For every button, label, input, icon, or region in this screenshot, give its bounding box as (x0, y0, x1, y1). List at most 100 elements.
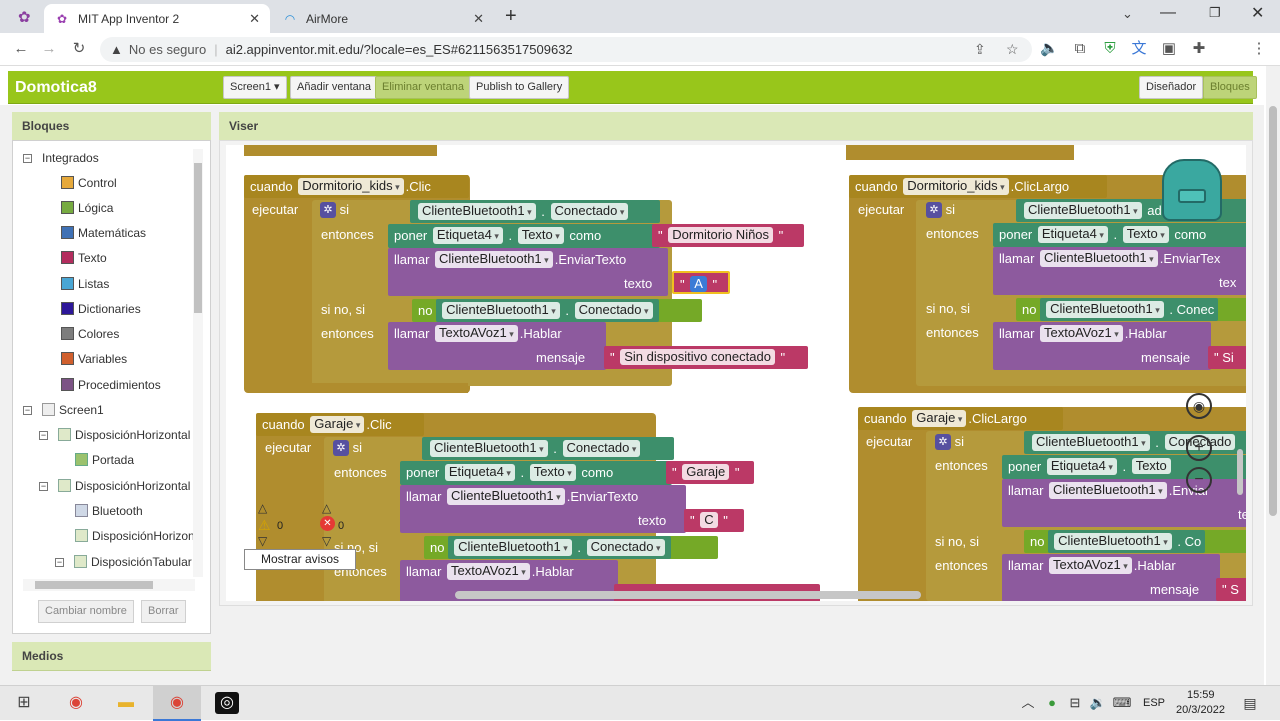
workspace-hscrollbar[interactable] (455, 591, 921, 599)
clock-date[interactable]: 20/3/2022 (1176, 704, 1225, 716)
chrome-active-icon[interactable]: ◉ (165, 692, 189, 714)
builtin-dictionaries[interactable]: Dictionaries (61, 302, 141, 316)
call-bt-send-text[interactable]: llamar ClienteBluetooth1.EnviarTex tex (993, 247, 1246, 295)
builtin-math[interactable]: Matemáticas (61, 226, 146, 240)
tree-hscroll-thumb[interactable] (35, 581, 153, 589)
close-tab-icon[interactable]: ✕ (249, 11, 260, 27)
tree-vscrollbar[interactable] (193, 149, 203, 577)
screen-dropdown[interactable]: Screen1 ▾ (223, 76, 287, 99)
call-bt-send-text[interactable]: llamar ClienteBluetooth1.EnviarTexto tex… (388, 248, 668, 296)
restore-icon[interactable]: ❐ (1209, 5, 1221, 21)
app-icon[interactable]: ◎ (215, 692, 239, 714)
builtin-text[interactable]: Texto (61, 251, 107, 265)
menu-icon[interactable]: ⋮ (1250, 40, 1268, 58)
reload-icon[interactable]: ↻ (70, 40, 88, 58)
forward-icon[interactable]: → (40, 40, 58, 58)
event-header[interactable]: cuando Dormitorio_kids.ClicLargo (849, 175, 1107, 198)
event-header[interactable]: cuando Garaje.Clic (256, 413, 424, 436)
not-block[interactable]: no ClienteBluetooth1 . Co (1024, 530, 1246, 553)
set-label-text-block[interactable]: poner Etiqueta4 . Texto como (388, 224, 660, 248)
copy-icon[interactable]: ⧉ (1071, 40, 1089, 58)
translate-icon[interactable]: 文 (1130, 40, 1148, 58)
blocks-button[interactable]: Bloques (1203, 76, 1257, 99)
file-explorer-icon[interactable]: ▬ (114, 692, 138, 714)
tab-search-icon[interactable]: ⌄ (1122, 6, 1133, 22)
back-icon[interactable]: ← (12, 40, 30, 58)
profile-icon[interactable]: ✿ (18, 8, 36, 26)
minimize-icon[interactable]: — (1160, 4, 1176, 22)
image-icon[interactable]: ▣ (1160, 40, 1178, 58)
call-tts-speak[interactable]: llamar TextoAVoz1.Hablar mensaje (388, 322, 606, 370)
volume-icon[interactable]: 🔉 (1086, 692, 1110, 714)
text-literal[interactable]: " S (1216, 578, 1246, 601)
speaker-icon[interactable]: 🔈 (1040, 40, 1059, 58)
tree-vscroll-thumb[interactable] (194, 163, 202, 313)
component-node[interactable]: Portada (75, 453, 134, 467)
page-scrollbar[interactable] (1266, 66, 1280, 685)
task-view-icon[interactable]: ⊞ (12, 692, 36, 714)
publish-button[interactable]: Publish to Gallery (469, 76, 570, 99)
address-bar[interactable]: ▲ No es seguro | ai2.appinventor.mit.edu… (100, 37, 1032, 62)
show-warnings-button[interactable]: Mostrar avisos (244, 549, 356, 570)
event-header[interactable]: cuando Dormitorio_kids.Clic (244, 175, 469, 198)
component-node[interactable]: DisposiciónHorizon (75, 529, 195, 543)
component-node[interactable]: − DisposiciónHorizontal (39, 479, 190, 493)
text-literal[interactable]: " Sin dispositivo conectado " (604, 346, 808, 369)
warnings-down-icon[interactable]: ▽ (258, 534, 267, 548)
bt-connected-getter[interactable]: ClienteBluetooth1 . Conectado (1024, 431, 1246, 454)
clock-time[interactable]: 15:59 (1187, 689, 1215, 701)
tray-app-icon[interactable]: ● (1040, 692, 1064, 714)
not-block[interactable]: no ClienteBluetooth1 . Conec (1016, 298, 1246, 321)
chevron-up-icon[interactable]: ︿ (1016, 692, 1040, 714)
close-window-icon[interactable]: ✕ (1251, 3, 1264, 23)
keyboard-icon[interactable]: ⌨ (1110, 692, 1134, 714)
backpack-icon[interactable] (1162, 159, 1222, 221)
text-literal-selected[interactable]: " A " (672, 271, 730, 294)
builtin-lists[interactable]: Listas (61, 277, 109, 291)
recenter-icon[interactable]: ◉ (1186, 393, 1212, 419)
call-bt-send-text[interactable]: llamar ClienteBluetooth1.EnviarTexto tex… (400, 485, 686, 533)
call-tts-speak[interactable]: llamar TextoAVoz1.Hablar mensaje (993, 322, 1211, 370)
builtin-procedures[interactable]: Procedimientos (61, 378, 161, 392)
text-literal[interactable]: " Garaje " (666, 461, 754, 484)
errors-down-icon[interactable]: ▽ (322, 534, 331, 548)
not-block[interactable]: no ClienteBluetooth1 . Conectado (424, 536, 718, 559)
tab-app-inventor[interactable]: ✿ MIT App Inventor 2 ✕ (44, 4, 270, 33)
network-icon[interactable]: ⊟ (1063, 692, 1087, 714)
text-literal[interactable]: " Dormitorio Niños " (652, 224, 804, 247)
blocks-workspace[interactable]: cuando Dormitorio_kids.Clic ejecutar ✲ s… (226, 145, 1246, 601)
text-literal[interactable]: " Si (1208, 346, 1246, 369)
share-icon[interactable]: ⇪ (974, 41, 986, 58)
close-tab-icon[interactable]: ✕ (473, 11, 484, 27)
event-header[interactable]: cuando Garaje.ClicLargo (858, 407, 1063, 430)
block-stub[interactable] (244, 145, 437, 156)
errors-up-icon[interactable]: △ (322, 501, 331, 515)
rename-button[interactable]: Cambiar nombre (38, 600, 134, 623)
component-node[interactable]: Bluetooth (75, 504, 143, 518)
remove-window-button[interactable]: Eliminar ventana (375, 76, 471, 99)
shield-icon[interactable]: ⛨ (1101, 40, 1119, 58)
tree-hscrollbar[interactable] (23, 579, 195, 591)
builtin-logic[interactable]: Lógica (61, 201, 113, 215)
component-node[interactable]: − DisposiciónTabular (55, 555, 192, 569)
block-stub[interactable] (846, 145, 1074, 160)
new-tab-icon[interactable]: + (505, 5, 517, 28)
tree-root[interactable]: − Integrados (23, 151, 99, 165)
zoom-out-icon[interactable]: − (1186, 467, 1212, 493)
text-literal[interactable]: " C " (684, 509, 744, 532)
set-label-text-block[interactable]: poner Etiqueta4 . Texto como (400, 461, 672, 485)
not-block[interactable]: no ClienteBluetooth1 . Conectado (412, 299, 702, 322)
notifications-icon[interactable]: ▤ (1238, 692, 1262, 714)
call-tts-speak[interactable]: llamar TextoAVoz1.Hablar mensaje (1002, 554, 1220, 601)
zoom-in-icon[interactable]: + (1186, 435, 1212, 461)
tab-airmore[interactable]: ◠ AirMore ✕ (272, 4, 494, 33)
builtin-control[interactable]: Control (61, 176, 117, 190)
delete-button[interactable]: Borrar (141, 600, 186, 623)
page-scroll-thumb[interactable] (1269, 106, 1277, 516)
extensions-icon[interactable]: ✚ (1190, 40, 1208, 58)
builtin-colors[interactable]: Colores (61, 327, 119, 341)
set-label-text-block[interactable]: poner Etiqueta4 . Texto como (993, 223, 1246, 247)
chrome-icon[interactable]: ◉ (64, 692, 88, 714)
component-node[interactable]: − DisposiciónHorizontal (39, 428, 190, 442)
designer-button[interactable]: Diseñador (1139, 76, 1204, 99)
